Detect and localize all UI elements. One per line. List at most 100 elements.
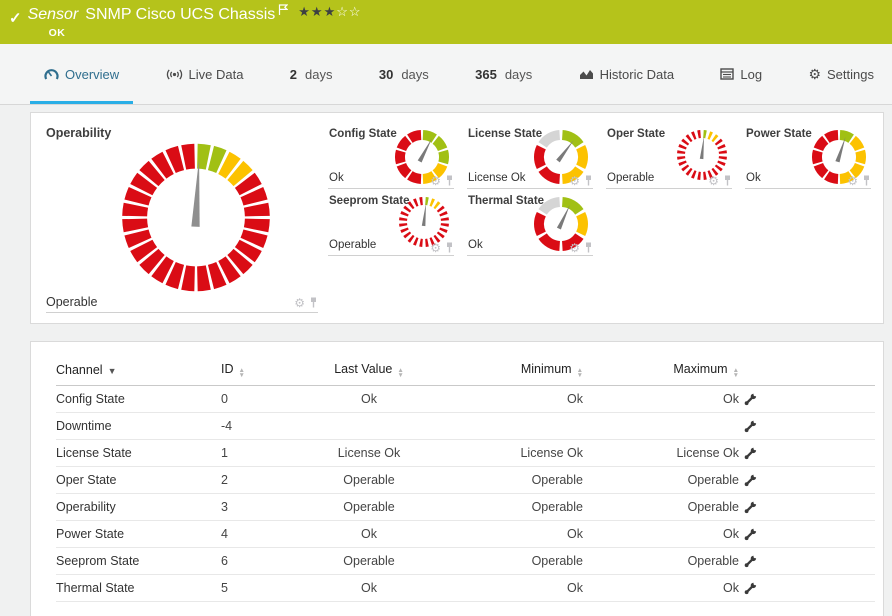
tab-log[interactable]: Log bbox=[706, 44, 776, 104]
gauge-cell-thermal-state: Thermal State Ok ⚙ bbox=[467, 193, 593, 256]
gauges-panel: Operability Operable ⚙ Config State Ok ⚙… bbox=[30, 112, 884, 324]
table-row[interactable]: License State 1 License Ok License Ok Li… bbox=[56, 440, 875, 467]
star-filled-icon[interactable]: ★ bbox=[324, 4, 337, 19]
sensor-header: ✓ Sensor SNMP Cisco UCS Chassis ★★★☆☆ OK bbox=[0, 0, 892, 44]
tab-2-days[interactable]: 2 days bbox=[276, 44, 347, 104]
tab-settings[interactable]: ⚙ Settings bbox=[794, 44, 888, 104]
table-row[interactable]: Power State 4 Ok Ok Ok bbox=[56, 521, 875, 548]
sort-icon: ▲▼ bbox=[577, 368, 583, 378]
table-row[interactable]: Config State 0 Ok Ok Ok bbox=[56, 386, 875, 413]
pin-icon[interactable] bbox=[445, 175, 454, 187]
cell-last-value: Operable bbox=[311, 554, 431, 568]
channel-settings-wrench-icon[interactable] bbox=[743, 419, 758, 434]
pin-icon[interactable] bbox=[723, 175, 732, 187]
gauge-cell-power-state: Power State Ok ⚙ bbox=[745, 126, 871, 189]
cell-maximum: License Ok bbox=[587, 446, 743, 460]
cell-maximum: Operable bbox=[587, 554, 743, 568]
cell-last-value: Operable bbox=[311, 473, 431, 487]
star-filled-icon[interactable]: ★ bbox=[298, 4, 311, 19]
table-row[interactable]: Operability 3 Operable Operable Operable bbox=[56, 494, 875, 521]
column-header-maximum[interactable]: Maximum▲▼ bbox=[587, 362, 743, 378]
flag-icon bbox=[278, 4, 288, 16]
sensor-type-label: Sensor bbox=[28, 6, 79, 24]
cell-channel: Thermal State bbox=[56, 581, 221, 595]
channel-settings-wrench-icon[interactable] bbox=[743, 500, 758, 515]
table-row[interactable]: Seeprom State 6 Operable Operable Operab… bbox=[56, 548, 875, 575]
star-empty-icon[interactable]: ☆ bbox=[336, 4, 349, 19]
gauge-gear-icon[interactable]: ⚙ bbox=[294, 298, 305, 308]
operability-gauge[interactable] bbox=[112, 140, 280, 295]
small-gauges-grid: Config State Ok ⚙ License State License … bbox=[328, 126, 871, 313]
cell-id: 0 bbox=[221, 392, 311, 406]
page-title: SNMP Cisco UCS Chassis bbox=[85, 6, 275, 24]
gauge-gear-icon[interactable]: ⚙ bbox=[708, 176, 719, 186]
cell-last-value: Ok bbox=[311, 392, 431, 406]
tab-label: Live Data bbox=[189, 67, 244, 82]
cell-id: 4 bbox=[221, 527, 311, 541]
table-row[interactable]: Oper State 2 Operable Operable Operable bbox=[56, 467, 875, 494]
tab-365-days[interactable]: 365 days bbox=[461, 44, 546, 104]
cell-id: 2 bbox=[221, 473, 311, 487]
star-empty-icon[interactable]: ☆ bbox=[349, 4, 362, 19]
tab-30-days[interactable]: 30 days bbox=[365, 44, 443, 104]
column-header-minimum[interactable]: Minimum▲▼ bbox=[431, 362, 587, 378]
cell-maximum: Ok bbox=[587, 527, 743, 541]
sort-icon: ▲▼ bbox=[397, 368, 403, 378]
channel-settings-wrench-icon[interactable] bbox=[743, 446, 758, 461]
cell-id: -4 bbox=[221, 419, 311, 433]
cell-id: 6 bbox=[221, 554, 311, 568]
gauge-cell-operability: Operability Operable ⚙ bbox=[46, 126, 318, 313]
tab-historic-data[interactable]: Historic Data bbox=[565, 44, 688, 104]
cell-id: 5 bbox=[221, 581, 311, 595]
gauge-value: Operable bbox=[329, 239, 376, 251]
gauge-gear-icon[interactable]: ⚙ bbox=[847, 176, 858, 186]
tab-label: Settings bbox=[827, 67, 874, 82]
channel-settings-wrench-icon[interactable] bbox=[743, 527, 758, 542]
column-header-id[interactable]: ID▲▼ bbox=[221, 362, 311, 378]
table-row[interactable]: Thermal State 5 Ok Ok Ok bbox=[56, 575, 875, 602]
cell-id: 1 bbox=[221, 446, 311, 460]
cell-last-value: Operable bbox=[311, 500, 431, 514]
column-header-last-value[interactable]: Last Value▲▼ bbox=[311, 362, 431, 378]
gauge-gear-icon[interactable]: ⚙ bbox=[430, 176, 441, 186]
gauge-gear-icon[interactable]: ⚙ bbox=[569, 243, 580, 253]
gauge-value: Ok bbox=[468, 239, 483, 251]
gauge-cell-oper-state: Oper State Operable ⚙ bbox=[606, 126, 732, 189]
channel-settings-wrench-icon[interactable] bbox=[743, 473, 758, 488]
table-row[interactable]: Downtime -4 bbox=[56, 413, 875, 440]
gauge-icon bbox=[44, 68, 59, 81]
star-filled-icon[interactable]: ★ bbox=[311, 4, 324, 19]
gauge-value: Ok bbox=[329, 172, 344, 184]
pin-icon[interactable] bbox=[309, 297, 318, 309]
cell-channel: License State bbox=[56, 446, 221, 460]
cell-channel: Operability bbox=[56, 500, 221, 514]
tab-label: Overview bbox=[65, 67, 119, 82]
cell-last-value: License Ok bbox=[311, 446, 431, 460]
gauge-gear-icon[interactable]: ⚙ bbox=[430, 243, 441, 253]
gauge-cell-config-state: Config State Ok ⚙ bbox=[328, 126, 454, 189]
cell-minimum: Operable bbox=[431, 554, 587, 568]
tab-live-data[interactable]: Live Data bbox=[152, 44, 258, 104]
channel-settings-wrench-icon[interactable] bbox=[743, 581, 758, 596]
sort-icon: ▲▼ bbox=[239, 368, 245, 378]
gauge-value: Operable bbox=[607, 172, 654, 184]
pin-icon[interactable] bbox=[862, 175, 871, 187]
channel-settings-wrench-icon[interactable] bbox=[743, 392, 758, 407]
column-header-channel[interactable]: Channel▼ bbox=[56, 363, 221, 377]
channel-settings-wrench-icon[interactable] bbox=[743, 554, 758, 569]
cell-channel: Config State bbox=[56, 392, 221, 406]
gauge-gear-icon[interactable]: ⚙ bbox=[569, 176, 580, 186]
cell-id: 3 bbox=[221, 500, 311, 514]
pin-icon[interactable] bbox=[584, 175, 593, 187]
priority-stars[interactable]: ★★★☆☆ bbox=[298, 5, 361, 18]
gauge-cell-license-state: License State License Ok ⚙ bbox=[467, 126, 593, 189]
gear-icon: ⚙ bbox=[808, 67, 821, 81]
cell-maximum: Operable bbox=[587, 500, 743, 514]
tab-bar: Overview Live Data 2 days 30 days 365 da… bbox=[0, 44, 892, 105]
gauge-value: License Ok bbox=[468, 172, 526, 184]
tab-overview[interactable]: Overview bbox=[30, 44, 133, 104]
pin-icon[interactable] bbox=[584, 242, 593, 254]
pin-icon[interactable] bbox=[445, 242, 454, 254]
cell-channel: Oper State bbox=[56, 473, 221, 487]
status-badge: OK bbox=[49, 27, 362, 39]
